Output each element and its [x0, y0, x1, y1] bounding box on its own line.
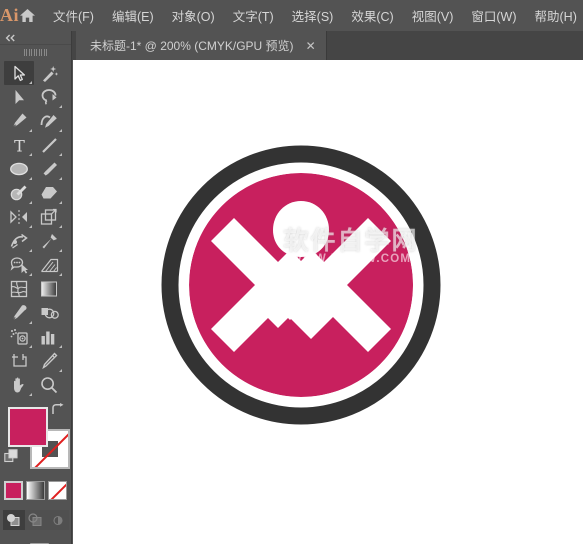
mesh-tool[interactable]: [4, 277, 34, 301]
tool-flyout-indicator: [59, 153, 62, 156]
menu-item-type[interactable]: 文字(T): [224, 2, 283, 29]
none-swatch-icon[interactable]: [48, 481, 67, 500]
tool-flyout-indicator: [29, 249, 32, 252]
gradient-swatch-icon[interactable]: [26, 481, 45, 500]
menu-item-object[interactable]: 对象(O): [163, 2, 224, 29]
shape-builder-tool[interactable]: [4, 253, 34, 277]
line-segment-tool[interactable]: [34, 133, 64, 157]
drag-handle-icon[interactable]: [0, 45, 71, 59]
document-canvas[interactable]: 软件自学网 WWW.RJZXW.COM: [73, 60, 583, 544]
tool-flyout-indicator: [59, 129, 62, 132]
draw-mode-row: [0, 510, 71, 530]
zoom-tool[interactable]: [34, 373, 64, 397]
tool-flyout-indicator: [59, 345, 62, 348]
blend-tool[interactable]: [34, 301, 64, 325]
draw-behind-icon[interactable]: [24, 510, 47, 530]
paintbrush-tool[interactable]: [34, 157, 64, 181]
menu-bar: Ai 文件(F) 编辑(E) 对象(O) 文字(T) 选择(S) 效果(C) 视…: [0, 0, 583, 31]
direct-selection-tool[interactable]: [4, 85, 34, 109]
paint-mode-row: [0, 481, 71, 500]
tools-panel: T: [0, 31, 72, 544]
document-tab-bar: 未标题-1* @ 200% (CMYK/GPU 预览) ✕: [0, 31, 583, 60]
default-fill-stroke-icon[interactable]: [4, 449, 19, 469]
document-tab[interactable]: 未标题-1* @ 200% (CMYK/GPU 预览) ✕: [76, 31, 327, 60]
logo-artwork[interactable]: [161, 145, 441, 425]
tool-flyout-indicator: [29, 201, 32, 204]
gradient-tool[interactable]: [34, 277, 64, 301]
menu-item-edit[interactable]: 编辑(E): [103, 2, 163, 29]
pen-tool[interactable]: [4, 109, 34, 133]
solid-color-icon[interactable]: [4, 481, 23, 500]
tool-flyout-indicator: [59, 201, 62, 204]
illustrator-window: Ai 文件(F) 编辑(E) 对象(O) 文字(T) 选择(S) 效果(C) 视…: [0, 0, 583, 544]
ellipse-tool[interactable]: [4, 157, 34, 181]
eyedropper-tool[interactable]: [4, 301, 34, 325]
double-chevron-left-icon[interactable]: [0, 31, 71, 45]
width-warp-tool[interactable]: [4, 229, 34, 253]
tool-flyout-indicator: [59, 249, 62, 252]
tool-flyout-indicator: [59, 273, 62, 276]
tool-flyout-indicator: [29, 225, 32, 228]
tool-flyout-indicator: [29, 153, 32, 156]
type-tool[interactable]: T: [4, 133, 34, 157]
tool-flyout-indicator: [29, 129, 32, 132]
draw-normal-icon[interactable]: [2, 510, 25, 530]
lasso-tool[interactable]: [34, 85, 64, 109]
svg-text:T: T: [14, 137, 25, 154]
color-controls: [0, 403, 71, 475]
curvature-tool[interactable]: [34, 109, 64, 133]
menu-item-file[interactable]: 文件(F): [44, 2, 103, 29]
menu-item-view[interactable]: 视图(V): [403, 2, 463, 29]
scale-tool[interactable]: [34, 205, 64, 229]
tool-flyout-indicator: [29, 273, 32, 276]
rotate-reflect-tool[interactable]: [4, 205, 34, 229]
tool-flyout-indicator: [29, 393, 32, 396]
menu-item-window[interactable]: 窗口(W): [462, 2, 525, 29]
selection-tool[interactable]: [4, 61, 34, 85]
menu-item-effect[interactable]: 效果(C): [342, 2, 402, 29]
tool-flyout-indicator: [29, 321, 32, 324]
hand-tool[interactable]: [4, 373, 34, 397]
tool-flyout-indicator: [59, 369, 62, 372]
swap-fill-stroke-icon[interactable]: [51, 403, 65, 421]
fill-swatch[interactable]: [8, 407, 48, 447]
tool-flyout-indicator: [29, 345, 32, 348]
artboard-tool[interactable]: [4, 349, 34, 373]
tool-flyout-indicator: [59, 225, 62, 228]
menu-item-list: 文件(F) 编辑(E) 对象(O) 文字(T) 选择(S) 效果(C) 视图(V…: [44, 2, 583, 29]
slice-tool[interactable]: [34, 349, 64, 373]
home-icon[interactable]: [19, 0, 36, 31]
perspective-grid-tool[interactable]: [34, 253, 64, 277]
tool-flyout-indicator: [29, 177, 32, 180]
menu-item-help[interactable]: 帮助(H): [526, 2, 583, 29]
tool-flyout-indicator: [59, 105, 62, 108]
tool-grid: T: [0, 59, 71, 397]
eraser-tool[interactable]: [34, 181, 64, 205]
tool-flyout-indicator: [59, 177, 62, 180]
symbol-sprayer-tool[interactable]: [4, 325, 34, 349]
draw-inside-icon[interactable]: [46, 510, 69, 530]
magic-wand-tool[interactable]: [34, 61, 64, 85]
shaper-tool[interactable]: [4, 181, 34, 205]
tool-flyout-indicator: [29, 81, 32, 84]
menu-item-select[interactable]: 选择(S): [283, 2, 343, 29]
column-graph-tool[interactable]: [34, 325, 64, 349]
close-icon[interactable]: ✕: [306, 40, 316, 52]
document-tab-title: 未标题-1* @ 200% (CMYK/GPU 预览): [90, 39, 294, 53]
app-logo: Ai: [0, 5, 19, 25]
free-transform-tool[interactable]: [34, 229, 64, 253]
